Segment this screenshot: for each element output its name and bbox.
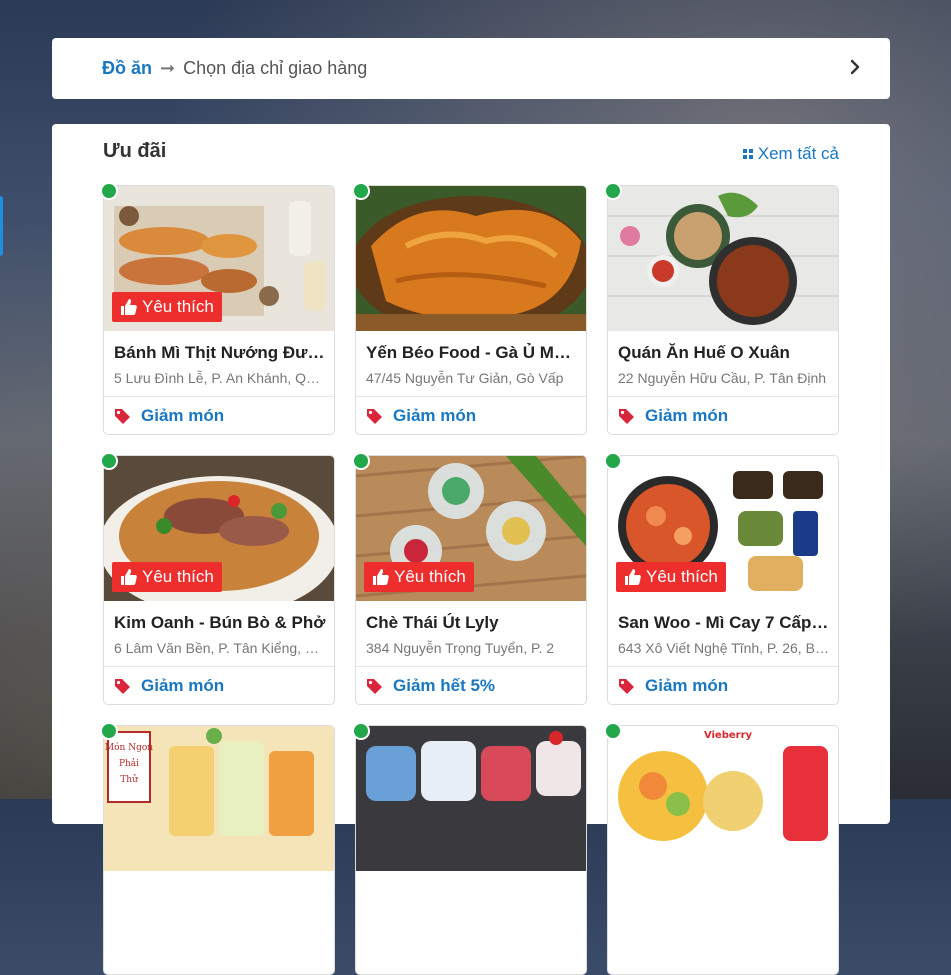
restaurant-name: Kim Oanh - Bún Bò & Phở: [114, 613, 326, 632]
price-tag-icon: [619, 678, 634, 694]
restaurant-address: 384 Nguyễn Trọng Tuyển, P. 2: [366, 640, 555, 656]
restaurant-name: Chè Thái Út Lyly: [366, 613, 499, 632]
restaurant-card[interactable]: Vieberry: [604, 722, 839, 975]
restaurant-name: San Woo - Mì Cay 7 Cấp Độ: [618, 613, 830, 632]
open-status-dot: [100, 452, 118, 470]
thumbs-up-icon: [625, 569, 641, 585]
card-divider: [608, 666, 838, 667]
promotions-panel: Ưu đãi Xem tất cả Yêu thích Bánh Mì Thịt…: [52, 124, 890, 975]
open-status-dot: [100, 722, 118, 740]
promo-label: Giảm món: [141, 676, 225, 695]
promo-row: Giảm món: [114, 406, 224, 426]
restaurant-image: Yêu thích: [104, 456, 334, 601]
restaurant-name: Yến Béo Food - Gà Ủ Muối: [366, 343, 578, 362]
chevron-right-icon: [850, 59, 860, 75]
restaurant-card[interactable]: Yêu thích Bánh Mì Thịt Nướng Đường Phố 5…: [100, 182, 335, 435]
see-all-link[interactable]: Xem tất cả: [742, 144, 839, 164]
promo-label: Giảm hết 5%: [393, 676, 496, 695]
restaurant-image: Yêu thích: [356, 456, 586, 601]
restaurant-card[interactable]: [352, 722, 587, 975]
open-status-dot: [604, 182, 622, 200]
restaurant-image: Yêu thích: [104, 186, 334, 331]
restaurant-image: [356, 186, 586, 331]
price-tag-icon: [367, 408, 382, 424]
favorite-badge: Yêu thích: [112, 562, 222, 592]
grid-icon: [742, 149, 753, 159]
promo-label: Giảm món: [393, 406, 477, 425]
restaurant-card[interactable]: Yêu thích Chè Thái Út Lyly 384 Nguyễn Tr…: [352, 452, 587, 705]
restaurant-image: Yêu thích: [608, 456, 838, 601]
restaurant-card[interactable]: Quán Ăn Huế O Xuân 22 Nguyễn Hữu Cầu, P.…: [604, 182, 839, 435]
restaurant-card[interactable]: Yêu thích San Woo - Mì Cay 7 Cấp Độ 643 …: [604, 452, 839, 705]
promo-label: Giảm món: [645, 676, 729, 695]
favorite-label: Yêu thích: [142, 297, 214, 316]
favorite-label: Yêu thích: [394, 567, 466, 586]
restaurant-address: 643 Xô Viết Nghệ Tĩnh, P. 26, Bình Thạnh: [618, 640, 830, 656]
promo-row: Giảm món: [366, 406, 476, 426]
card-divider: [356, 396, 586, 397]
open-status-dot: [100, 182, 118, 200]
thumbs-up-icon: [121, 299, 137, 315]
restaurant-card[interactable]: Yêu thích Kim Oanh - Bún Bò & Phở 6 Lâm …: [100, 452, 335, 705]
section-title: Ưu đãi: [103, 140, 167, 162]
address-prompt: Chọn địa chỉ giao hàng: [183, 58, 368, 78]
promo-row: Giảm hết 5%: [366, 676, 495, 696]
card-divider: [104, 396, 334, 397]
open-status-dot: [352, 722, 370, 740]
favorite-label: Yêu thích: [142, 567, 214, 586]
svg-text:Phải: Phải: [119, 758, 139, 769]
card-divider: [356, 666, 586, 667]
side-tab-indicator[interactable]: [0, 196, 3, 256]
favorite-badge: Yêu thích: [112, 292, 222, 322]
svg-text:Vieberry: Vieberry: [704, 730, 753, 741]
image-sign-text: Món Ngon: [105, 742, 153, 753]
promo-row: Giảm món: [618, 406, 728, 426]
price-tag-icon: [115, 678, 130, 694]
favorite-badge: Yêu thích: [364, 562, 474, 592]
restaurant-address: 22 Nguyễn Hữu Cầu, P. Tân Định: [618, 370, 827, 386]
open-status-dot: [352, 452, 370, 470]
breadcrumb-category[interactable]: Đồ ăn: [102, 58, 152, 79]
promo-label: Giảm món: [645, 406, 729, 425]
promo-row: Giảm món: [618, 676, 728, 696]
restaurant-card[interactable]: Món Ngon Phải Thử: [100, 722, 335, 975]
restaurant-address: 47/45 Nguyễn Tư Giản, Gò Vấp: [366, 370, 564, 386]
delivery-address-bar[interactable]: Đồ ăn ➞ Chọn địa chỉ giao hàng: [52, 38, 890, 99]
arrow-right-icon: ➞: [160, 58, 176, 78]
restaurant-address: 6 Lâm Văn Bền, P. Tân Kiểng, Quận 7: [114, 640, 326, 656]
open-status-dot: [604, 452, 622, 470]
svg-text:Thử: Thử: [120, 774, 139, 785]
card-divider: [608, 396, 838, 397]
restaurant-card[interactable]: Yến Béo Food - Gà Ủ Muối 47/45 Nguyễn Tư…: [352, 182, 587, 435]
see-all-label: Xem tất cả: [757, 144, 839, 163]
restaurant-name: Bánh Mì Thịt Nướng Đường Phố: [114, 343, 326, 362]
open-status-dot: [604, 722, 622, 740]
open-status-dot: [352, 182, 370, 200]
price-tag-icon: [619, 408, 634, 424]
price-tag-icon: [115, 408, 130, 424]
restaurant-address: 5 Lưu Đình Lễ, P. An Khánh, Quận 2: [114, 370, 326, 386]
price-tag-icon: [367, 678, 382, 694]
card-divider: [104, 666, 334, 667]
favorite-badge: Yêu thích: [616, 562, 726, 592]
favorite-label: Yêu thích: [646, 567, 718, 586]
thumbs-up-icon: [121, 569, 137, 585]
restaurant-name: Quán Ăn Huế O Xuân: [618, 343, 790, 362]
restaurant-image: [608, 186, 838, 331]
thumbs-up-icon: [373, 569, 389, 585]
promo-row: Giảm món: [114, 676, 224, 696]
promo-label: Giảm món: [141, 406, 225, 425]
